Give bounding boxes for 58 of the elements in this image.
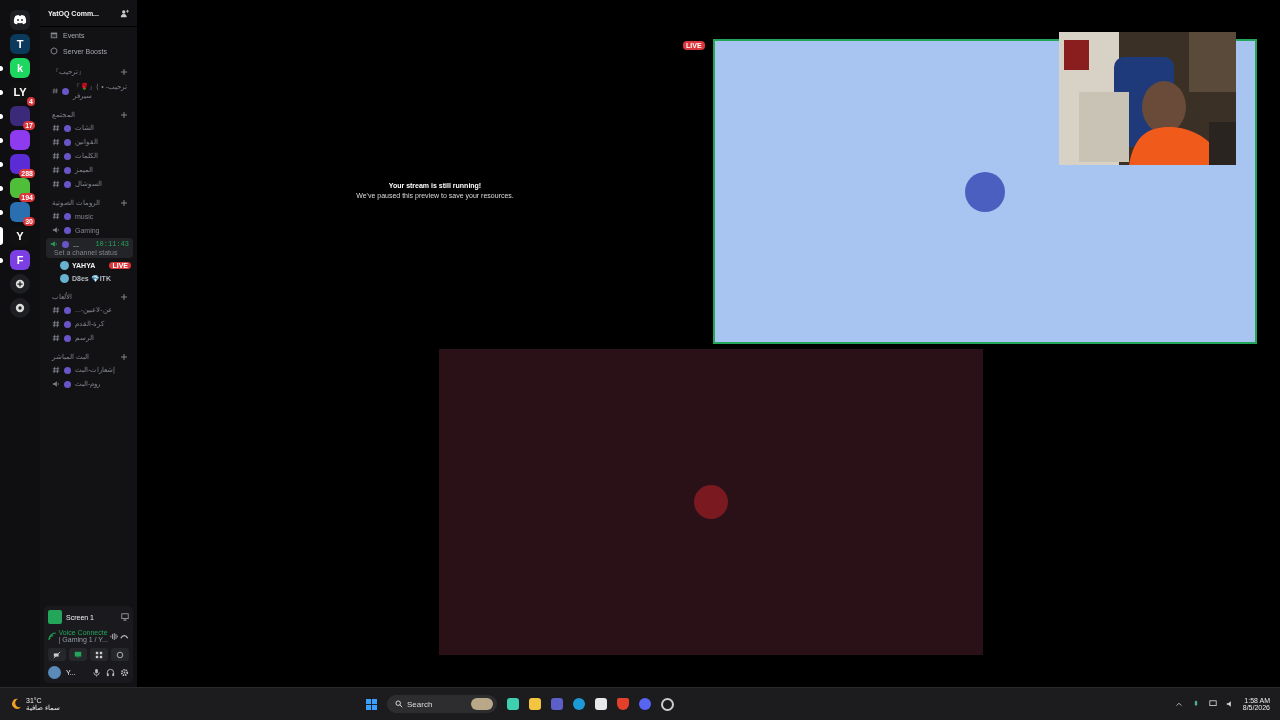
search-icon <box>395 700 403 708</box>
circle-icon <box>116 650 124 659</box>
add-server-icon[interactable] <box>10 274 30 294</box>
add-channel-icon[interactable] <box>121 200 127 206</box>
server-icon[interactable]: T <box>10 34 30 54</box>
emoji-icon <box>62 87 70 95</box>
discover-icon[interactable] <box>10 298 30 318</box>
camera-button[interactable] <box>48 648 66 661</box>
add-channel-icon[interactable] <box>121 112 127 118</box>
moon-icon <box>10 698 22 710</box>
hash-icon <box>52 366 60 374</box>
screen-share-icon <box>48 610 62 624</box>
server-icon[interactable]: F <box>10 250 30 270</box>
store-icon[interactable] <box>595 698 607 710</box>
invite-icon[interactable] <box>120 8 129 18</box>
folder-icon[interactable] <box>529 698 541 710</box>
chevron-up-icon[interactable] <box>1174 700 1183 708</box>
microphone-icon[interactable] <box>92 668 101 677</box>
search-highlight-icon <box>471 698 493 710</box>
settings-icon[interactable] <box>120 668 129 677</box>
network-icon[interactable] <box>1208 700 1217 708</box>
camera-off-icon <box>53 650 61 659</box>
shield-icon[interactable] <box>617 698 629 710</box>
add-channel-icon[interactable] <box>121 294 127 300</box>
speaker-icon <box>52 380 60 388</box>
add-channel-icon[interactable] <box>121 69 127 75</box>
hash-icon <box>52 334 60 342</box>
hash-icon <box>52 124 60 132</box>
stream-tile[interactable] <box>439 349 983 655</box>
app-icon[interactable] <box>661 697 674 711</box>
screen-share-button[interactable] <box>69 648 87 661</box>
browser-icon[interactable] <box>573 698 585 710</box>
start-icon[interactable] <box>366 698 377 710</box>
activities-button[interactable] <box>90 648 108 661</box>
add-channel-icon[interactable] <box>121 354 127 360</box>
signal-icon <box>48 631 57 641</box>
hash-icon <box>52 320 60 328</box>
avatar <box>694 485 728 519</box>
hash-icon <box>52 212 60 220</box>
speaker-icon <box>50 240 58 248</box>
hash-icon <box>52 166 60 174</box>
boost-icon <box>50 47 58 55</box>
hash-icon <box>52 180 60 188</box>
avatar <box>965 171 1005 212</box>
soundboard-button[interactable] <box>111 648 129 661</box>
speaker-icon <box>52 226 60 234</box>
hash-icon <box>52 152 60 160</box>
headphones-icon[interactable] <box>106 668 115 677</box>
hash-icon <box>52 306 60 314</box>
hash-icon <box>52 138 60 146</box>
app-icon[interactable] <box>507 698 519 710</box>
grid-icon <box>95 650 103 659</box>
volume-icon[interactable] <box>1225 700 1234 708</box>
calendar-icon <box>50 31 58 39</box>
popout-icon[interactable] <box>121 613 129 621</box>
avatar[interactable] <box>48 666 61 679</box>
hash-icon <box>52 87 59 95</box>
monitor-icon <box>74 650 82 659</box>
